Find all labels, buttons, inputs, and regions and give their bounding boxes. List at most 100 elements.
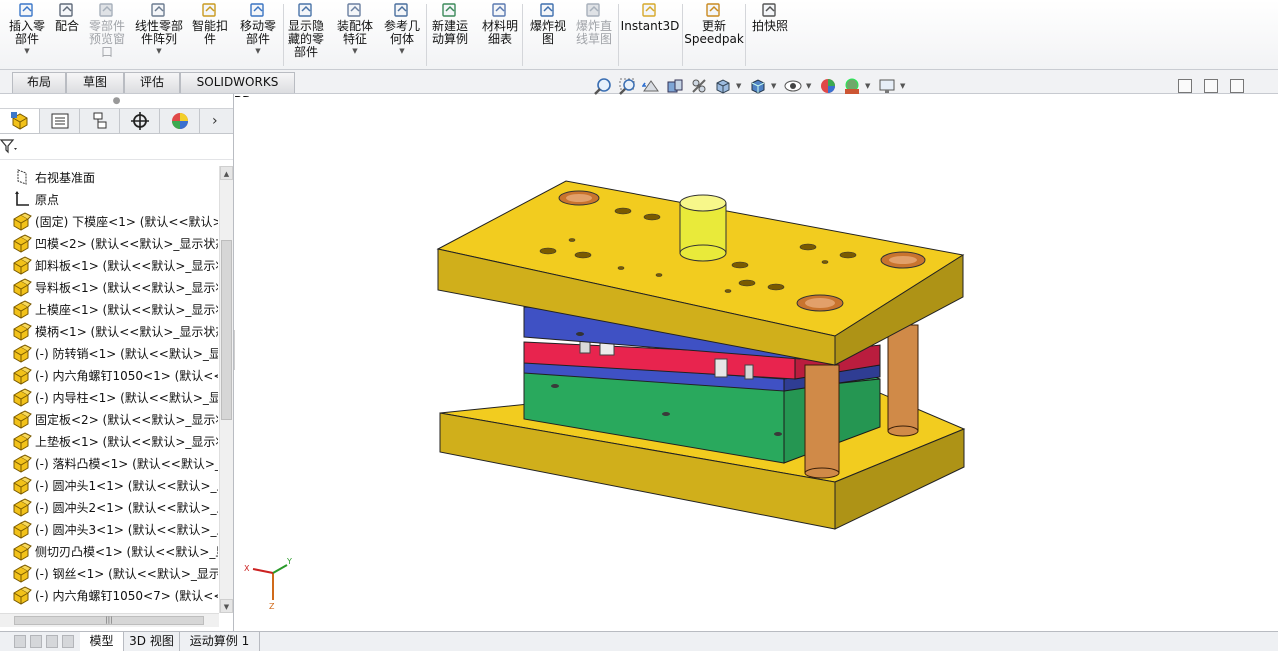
assembly-features-button[interactable]: 装配体 特征 ▼ [333, 0, 377, 68]
tree-item[interactable]: 侧切刃凸模<1> (默认<<默认>_显 [0, 540, 218, 562]
chevron-down-icon[interactable]: ▼ [900, 82, 908, 90]
graphics-area[interactable]: X Y Z [235, 97, 1278, 631]
tree-item[interactable]: 上模座<1> (默认<<默认>_显示状 [0, 298, 218, 320]
tree-item[interactable]: 卸料板<1> (默认<<默认>_显示状 [0, 254, 218, 276]
previous-view-icon[interactable] [640, 76, 661, 96]
chevron-down-icon[interactable]: ▼ [156, 47, 161, 55]
configuration-manager-tab-icon[interactable] [80, 109, 120, 133]
tree-item[interactable]: 固定板<2> (默认<<默认>_显示状 [0, 408, 218, 430]
zoom-to-fit-icon[interactable] [592, 76, 613, 96]
feature-manager-tab-icon[interactable] [0, 109, 40, 133]
die-set-model[interactable]: X Y Z [235, 97, 1278, 631]
panel-grip[interactable]: ● [0, 94, 233, 108]
bottom-tab[interactable]: 模型 [80, 632, 124, 651]
chevron-down-icon[interactable]: ▼ [24, 47, 29, 55]
chevron-down-icon[interactable]: ▼ [352, 47, 357, 55]
command-manager-ribbon: 插入零 部件 ▼ 配合 零部件 预览窗 口线性零部 件阵列 ▼ 智能扣 件移动零 部件 ▼ 显… [0, 0, 1278, 70]
die-shank[interactable] [679, 194, 727, 262]
assembly-features-label: 装配体 特征 [336, 19, 373, 46]
update-speedpak-button[interactable]: 更新 Speedpak [684, 0, 744, 68]
smart-fasteners-button[interactable]: 智能扣 件 [189, 0, 231, 68]
mate-button[interactable]: 配合 [53, 0, 81, 68]
tree-item[interactable]: (-) 内导柱<1> (默认<<默认>_显示 [0, 386, 218, 408]
part-icon [13, 278, 32, 297]
restore-right-icon[interactable] [1204, 79, 1218, 93]
property-manager-tab-icon[interactable] [40, 109, 80, 133]
tree-item[interactable]: (-) 内六角螺钉1050<7> (默认<<默 [0, 584, 218, 606]
command-tab[interactable]: 布局 [12, 72, 66, 93]
insert-component-button[interactable]: 插入零 部件 ▼ [6, 0, 48, 68]
move-component-label: 移动零 部件 [239, 19, 276, 46]
tree-filter-row[interactable] [0, 134, 233, 160]
view-settings-icon[interactable] [876, 76, 897, 96]
hide-show-items-icon[interactable] [782, 76, 803, 96]
command-tab[interactable]: 评估 [124, 72, 180, 93]
tree-item[interactable]: (-) 圆冲头3<1> (默认<<默认>_显 [0, 518, 218, 540]
bottom-tab[interactable]: 运动算例 1 [180, 632, 260, 651]
instant3d-button[interactable]: Instant3D [620, 0, 680, 68]
tree-item[interactable]: 右视基准面 [0, 166, 218, 188]
edit-appearance-icon[interactable] [817, 76, 838, 96]
tree-item[interactable]: (-) 圆冲头2<1> (默认<<默认>_显 [0, 496, 218, 518]
chevron-down-icon[interactable]: ▼ [399, 47, 404, 55]
tree-item[interactable]: (-) 钢丝<1> (默认<<默认>_显示状 [0, 562, 218, 584]
scroll-up-icon[interactable]: ▲ [220, 166, 233, 180]
scroll-thumb[interactable] [221, 240, 232, 420]
command-tab[interactable]: SOLIDWORKS MBD [180, 72, 295, 108]
apply-scene-icon[interactable] [841, 76, 862, 96]
new-motion-study-button[interactable]: 新建运 动算例 [428, 0, 472, 68]
tree-horizontal-scrollbar[interactable]: ||| [0, 613, 219, 627]
tree-item[interactable]: (-) 防转销<1> (默认<<默认>_显示 [0, 342, 218, 364]
tree-item[interactable]: (-) 落料凸模<1> (默认<<默认>_显 [0, 452, 218, 474]
chevron-right-icon[interactable]: › [212, 113, 226, 129]
show-hidden-button[interactable]: 显示隐 藏的零 部件 [284, 0, 328, 68]
first-tab-icon[interactable] [14, 635, 26, 648]
tree-item[interactable]: 凹模<2> (默认<<默认>_显示状态 [0, 232, 218, 254]
next-tab-icon[interactable] [46, 635, 58, 648]
take-snapshot-button[interactable]: 拍快照 [748, 0, 792, 68]
previous-tab-icon[interactable] [30, 635, 42, 648]
tree-item-label: 固定板<2> (默认<<默认>_显示状 [35, 412, 218, 427]
explode-line-button[interactable]: 爆炸直 线草图 [572, 0, 616, 68]
section-view-icon[interactable] [664, 76, 685, 96]
chevron-down-icon[interactable]: ▼ [771, 82, 779, 90]
command-tab[interactable]: 草图 [66, 72, 124, 93]
exploded-view-button[interactable]: 爆炸视 图 [526, 0, 570, 68]
tree-item[interactable]: (-) 圆冲头1<1> (默认<<默认>_显 [0, 474, 218, 496]
scroll-thumb[interactable]: ||| [14, 616, 204, 625]
display-manager-tab-icon[interactable] [160, 109, 200, 133]
chevron-down-icon[interactable]: ▼ [806, 82, 814, 90]
tree-item[interactable]: 原点 [0, 188, 218, 210]
update-speedpak-label: 更新 Speedpak [684, 19, 744, 46]
bottom-tab[interactable]: 3D 视图 [124, 632, 180, 651]
tree-item[interactable]: (固定) 下模座<1> (默认<<默认>_ [0, 210, 218, 232]
tree-item[interactable]: 导料板<1> (默认<<默认>_显示状 [0, 276, 218, 298]
chevron-down-icon[interactable]: ▼ [736, 82, 744, 90]
restore-left-icon[interactable] [1178, 79, 1192, 93]
tree-item[interactable]: (-) 内六角螺钉1050<1> (默认<<默 [0, 364, 218, 386]
part-icon [13, 388, 32, 407]
tree-vertical-scrollbar[interactable]: ▲ ▼ [219, 166, 233, 613]
part-icon [13, 542, 32, 561]
display-style-icon[interactable] [747, 76, 768, 96]
scroll-down-icon[interactable]: ▼ [220, 599, 233, 613]
zoom-to-area-icon[interactable] [616, 76, 637, 96]
bill-of-materials-button[interactable]: 材料明 细表 [478, 0, 522, 68]
last-tab-icon[interactable] [62, 635, 74, 648]
tree-item[interactable]: 模柄<1> (默认<<默认>_显示状态 [0, 320, 218, 342]
reference-geometry-button[interactable]: 参考几 何体 ▼ [380, 0, 424, 68]
dimxpert-manager-tab-icon[interactable] [120, 109, 160, 133]
component-preview-button[interactable]: 零部件 预览窗 口 [86, 0, 128, 68]
camera-icon [762, 3, 776, 17]
view-orientation-icon[interactable] [712, 76, 733, 96]
chevron-down-icon[interactable]: ▼ [255, 47, 260, 55]
move-component-button[interactable]: 移动零 部件 ▼ [236, 0, 280, 68]
filter-icon[interactable] [0, 138, 18, 154]
tree-item[interactable]: 上垫板<1> (默认<<默认>_显示状 [0, 430, 218, 452]
insert-component-icon [19, 3, 33, 17]
linear-pattern-button[interactable]: 线性零部 件阵列 ▼ [133, 0, 185, 68]
chevron-down-icon[interactable]: ▼ [865, 82, 873, 90]
motion-study-icon [442, 3, 456, 17]
dynamic-annotation-icon[interactable] [688, 76, 709, 96]
maximize-icon[interactable] [1230, 79, 1244, 93]
